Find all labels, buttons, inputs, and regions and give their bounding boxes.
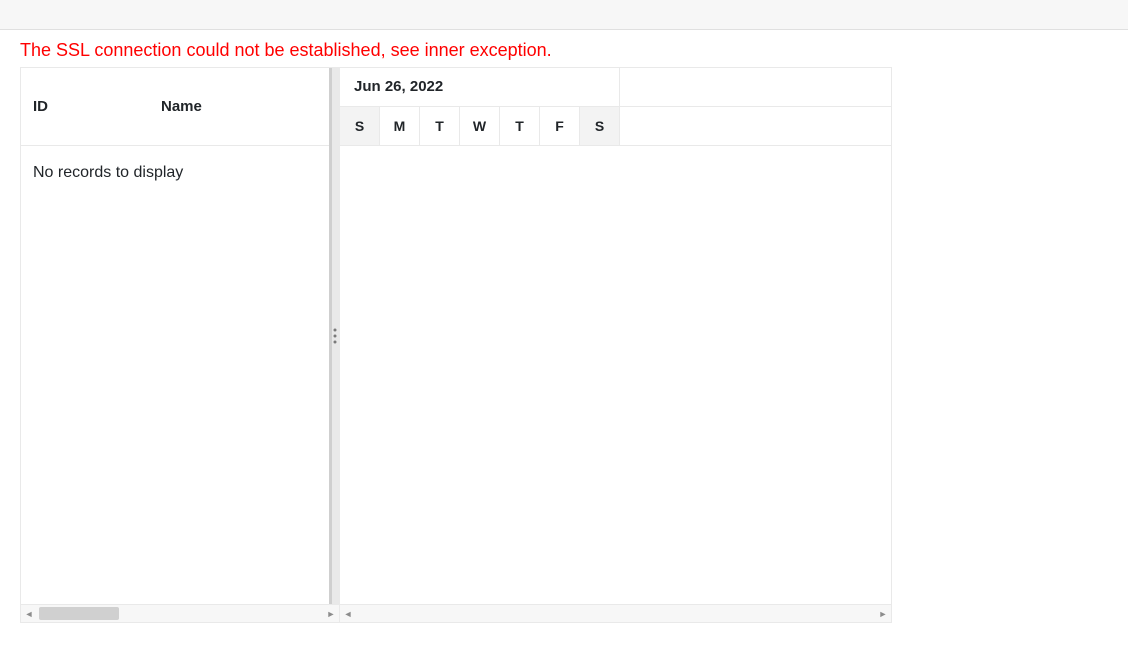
gantt-footer: ◄ ► ◄ ► (21, 604, 891, 622)
timeline-header-days: SMTWTFS (340, 107, 891, 146)
timeline-day-cell: M (380, 107, 420, 146)
timeline-day-cell: T (420, 107, 460, 146)
error-message: The SSL connection could not be establis… (0, 30, 1128, 67)
grid-col-name[interactable]: Name (149, 68, 329, 145)
scroll-thumb[interactable] (39, 607, 119, 620)
timeline-header-top: Jun 26, 2022 (340, 68, 891, 107)
scroll-track[interactable] (37, 605, 323, 622)
grid-pane: ID Name No records to display (21, 68, 329, 604)
grip-icon (333, 329, 336, 344)
timeline-day-cell: S (340, 107, 380, 146)
scroll-left-icon[interactable]: ◄ (21, 606, 37, 622)
timeline-pane: Jun 26, 2022 SMTWTFS (340, 68, 891, 604)
timeline-day-cell: W (460, 107, 500, 146)
top-band (0, 0, 1128, 30)
scroll-right-icon[interactable]: ► (323, 606, 339, 622)
timeline-day-cell: T (500, 107, 540, 146)
grid-empty-text: No records to display (21, 146, 329, 200)
timeline-day-cell: F (540, 107, 580, 146)
pane-splitter[interactable] (329, 68, 340, 604)
grid-col-id[interactable]: ID (21, 68, 149, 145)
scroll-right-icon[interactable]: ► (875, 606, 891, 622)
scroll-track[interactable] (356, 605, 875, 622)
gantt-container: ID Name No records to display Jun 26, 20… (20, 67, 892, 623)
timeline-hscrollbar[interactable]: ◄ ► (340, 605, 891, 622)
scroll-left-icon[interactable]: ◄ (340, 606, 356, 622)
grid-header: ID Name (21, 68, 329, 146)
timeline-range-label: Jun 26, 2022 (340, 68, 620, 106)
timeline-day-cell: S (580, 107, 620, 146)
grid-hscrollbar[interactable]: ◄ ► (21, 605, 340, 622)
gantt-body: ID Name No records to display Jun 26, 20… (21, 68, 891, 604)
timeline-header: Jun 26, 2022 SMTWTFS (340, 68, 891, 146)
grid-content: No records to display (21, 146, 329, 604)
timeline-content[interactable] (340, 146, 891, 604)
